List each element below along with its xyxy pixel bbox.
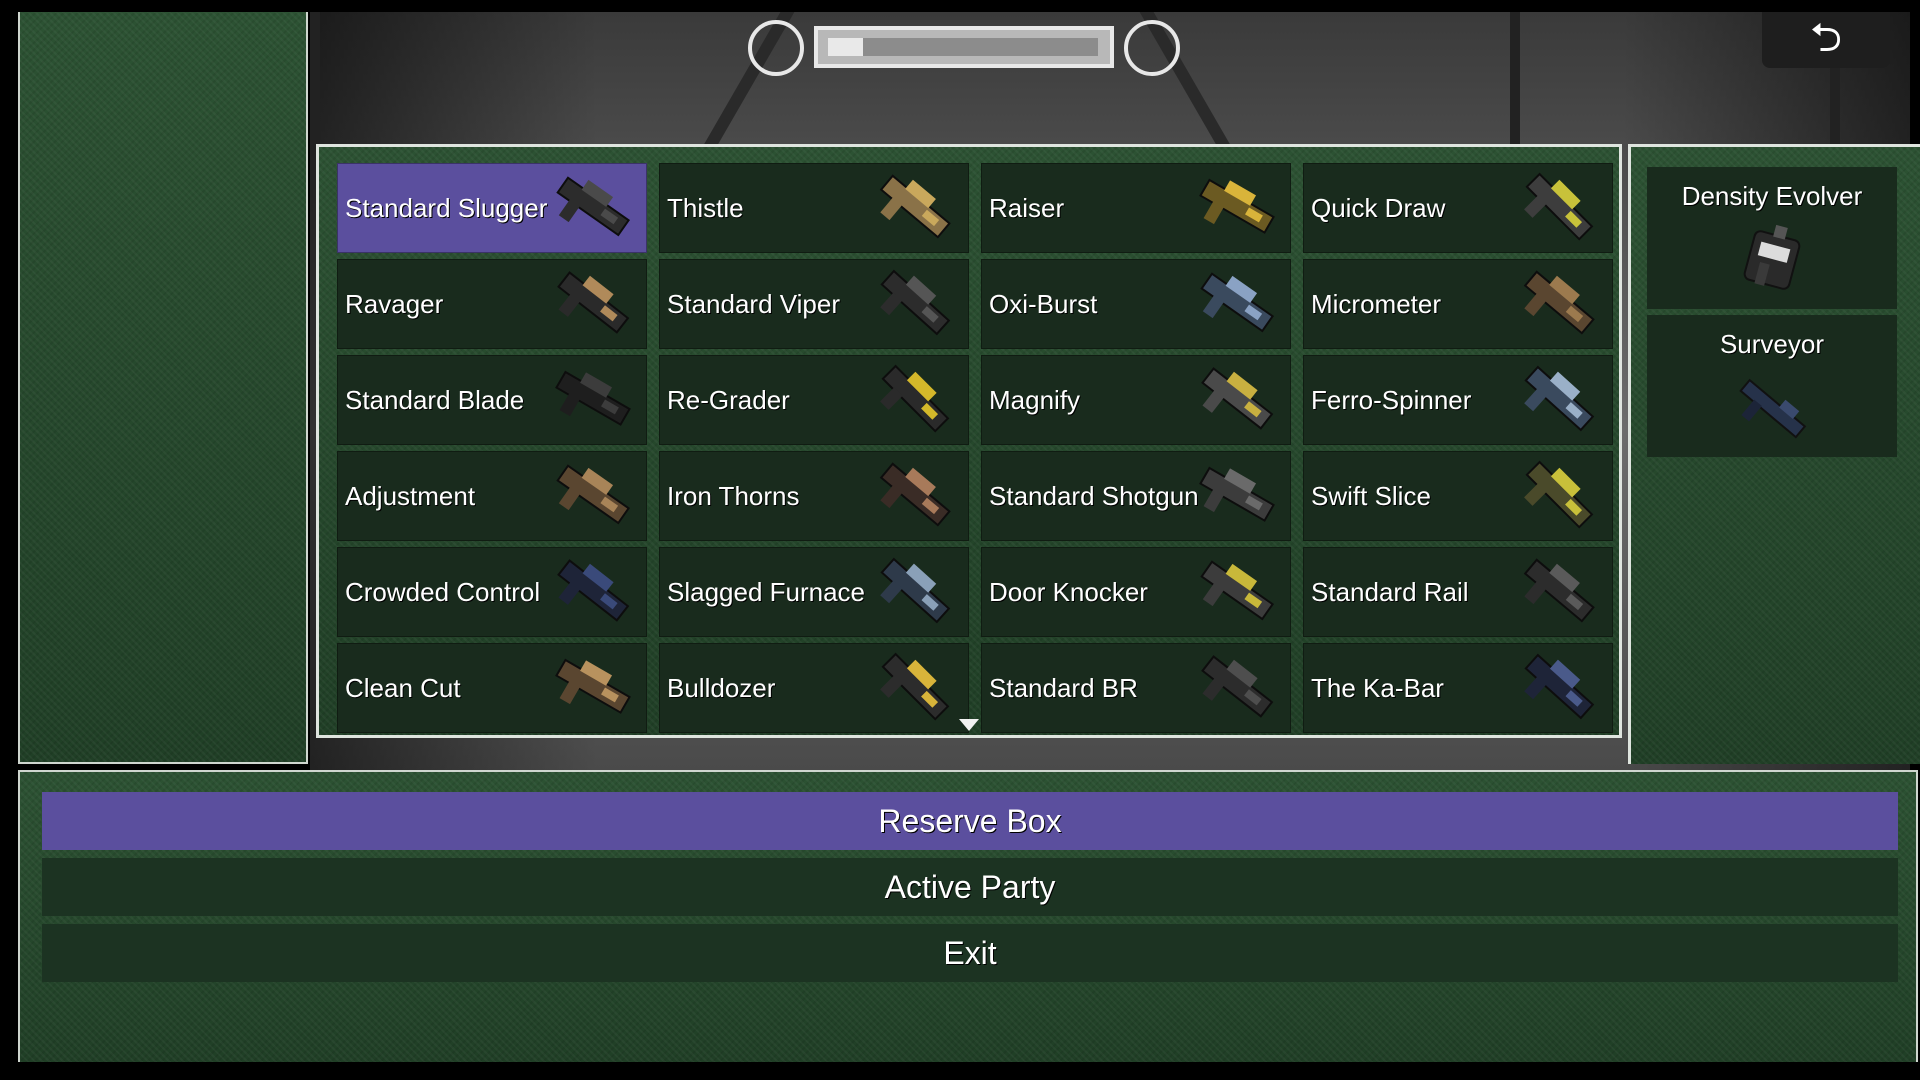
weapon-slot[interactable]: Crowded Control <box>337 547 647 637</box>
weapon-slot[interactable]: Swift Slice <box>1303 451 1613 541</box>
back-button[interactable]: ⮌ <box>1762 12 1890 68</box>
weapon-name: Ferro-Spinner <box>1311 385 1472 415</box>
weapon-icon <box>1201 655 1274 718</box>
weapon-slot[interactable]: Standard Viper <box>659 259 969 349</box>
weapon-name: Raiser <box>989 193 1065 223</box>
weapon-slot[interactable]: Bulldozer <box>659 643 969 733</box>
weapon-name: Swift Slice <box>1311 481 1431 511</box>
weapon-name: Standard Blade <box>345 385 525 415</box>
weapon-slot[interactable]: Iron Thorns <box>659 451 969 541</box>
equipped-slot-2[interactable]: Surveyor <box>1647 315 1897 457</box>
weapon-name: Standard Rail <box>1311 577 1469 607</box>
weapon-slot[interactable]: The Ka-Bar <box>1303 643 1613 733</box>
equipped-slot-label: Density Evolver <box>1681 181 1863 211</box>
left-info-panel <box>18 12 308 764</box>
weapon-name: Magnify <box>989 385 1081 415</box>
weapon-slot[interactable]: Micrometer <box>1303 259 1613 349</box>
weapon-slot[interactable]: Quick Draw <box>1303 163 1613 253</box>
weapon-icon <box>1524 460 1594 529</box>
weapon-slot[interactable]: Ravager <box>337 259 647 349</box>
scene-pillar <box>310 12 320 152</box>
weapon-name: Iron Thorns <box>667 481 800 511</box>
weapon-icon <box>880 269 951 336</box>
weapon-slot[interactable]: Thistle <box>659 163 969 253</box>
weapon-name: Thistle <box>667 193 744 223</box>
weapon-icon <box>1199 178 1275 234</box>
health-bar-track <box>828 38 1098 56</box>
weapon-icon <box>1524 172 1594 241</box>
weapon-grid: Standard Slugger Thistle Raiser Quick Draw R… <box>337 163 1613 733</box>
weapon-name: Door Knocker <box>989 577 1148 607</box>
weapon-slot[interactable]: Slagged Furnace <box>659 547 969 637</box>
weapon-name: Standard Viper <box>667 289 840 319</box>
weapon-name: Slagged Furnace <box>667 577 866 607</box>
active-party-button[interactable]: Active Party <box>42 858 1898 916</box>
weapon-icon <box>1743 224 1801 290</box>
weapon-slot[interactable]: Standard Blade <box>337 355 647 445</box>
weapon-slot[interactable]: Adjustment <box>337 451 647 541</box>
weapon-icon <box>880 557 951 624</box>
weapon-icon <box>1523 270 1595 335</box>
health-bar-fill <box>828 38 863 56</box>
weapon-grid-panel: Standard Slugger Thistle Raiser Quick Draw R… <box>316 144 1622 738</box>
weapon-icon <box>1200 272 1275 333</box>
weapon-icon <box>555 370 631 426</box>
weapon-name: Clean Cut <box>345 673 461 703</box>
scene-pillar <box>1510 12 1520 152</box>
weapon-name: Standard BR <box>989 673 1138 703</box>
weapon-icon <box>879 174 951 239</box>
bottom-letterbox <box>0 1062 1920 1080</box>
weapon-icon <box>1524 653 1595 720</box>
weapon-icon <box>880 364 950 433</box>
equipped-slot-label: Surveyor <box>1719 329 1825 359</box>
weapon-icon <box>557 271 630 334</box>
weapon-slot[interactable]: Ferro-Spinner <box>1303 355 1613 445</box>
weapon-icon <box>1199 466 1275 522</box>
scroll-down-icon[interactable] <box>959 719 979 731</box>
equipped-slot-1[interactable]: Density Evolver <box>1647 167 1897 309</box>
weapon-slot[interactable]: Standard BR <box>981 643 1291 733</box>
health-ring-right <box>1124 20 1180 76</box>
exit-button[interactable]: Exit <box>42 924 1898 982</box>
weapon-slot[interactable]: Door Knocker <box>981 547 1291 637</box>
weapon-name: The Ka-Bar <box>1311 673 1444 703</box>
weapon-name: Micrometer <box>1311 289 1442 319</box>
weapon-slot[interactable]: Standard Slugger <box>337 163 647 253</box>
weapon-name: Ravager <box>345 289 444 319</box>
weapon-icon <box>1200 560 1275 621</box>
weapon-name: Adjustment <box>345 481 476 511</box>
weapon-name: Re-Grader <box>667 385 790 415</box>
weapon-name: Crowded Control <box>345 577 541 607</box>
weapon-slot[interactable]: Raiser <box>981 163 1291 253</box>
weapon-slot[interactable]: Re-Grader <box>659 355 969 445</box>
bottom-menu-panel: Reserve Box Active Party Exit <box>18 770 1918 1062</box>
weapon-icon <box>880 652 950 721</box>
weapon-icon <box>1523 558 1595 623</box>
weapon-icon <box>1739 378 1807 439</box>
weapon-slot[interactable]: Clean Cut <box>337 643 647 733</box>
weapon-icon <box>1201 367 1274 430</box>
weapon-slot[interactable]: Standard Rail <box>1303 547 1613 637</box>
reserve-box-button[interactable]: Reserve Box <box>42 792 1898 850</box>
weapon-icon <box>879 462 951 527</box>
equipped-panel: Density Evolver Surveyor <box>1628 144 1920 764</box>
weapon-name: Standard Slugger <box>345 193 548 223</box>
weapon-icon <box>1524 365 1595 432</box>
weapon-name: Quick Draw <box>1311 193 1446 223</box>
weapon-slot[interactable]: Standard Shotgun <box>981 451 1291 541</box>
weapon-icon <box>557 559 630 622</box>
weapon-name: Oxi-Burst <box>989 289 1098 319</box>
weapon-name: Standard Shotgun <box>989 481 1199 511</box>
weapon-icon <box>556 464 631 525</box>
weapon-icon <box>556 176 631 237</box>
weapon-slot[interactable]: Oxi-Burst <box>981 259 1291 349</box>
weapon-slot[interactable]: Magnify <box>981 355 1291 445</box>
health-bar <box>814 26 1114 68</box>
weapon-name: Bulldozer <box>667 673 776 703</box>
weapon-icon <box>555 658 631 714</box>
back-arrow-icon: ⮌ <box>1809 16 1843 60</box>
game-screen: ⮌ Standard Slugger Thistle Raiser Quick Dra… <box>0 0 1920 1080</box>
health-ring-left <box>748 20 804 76</box>
